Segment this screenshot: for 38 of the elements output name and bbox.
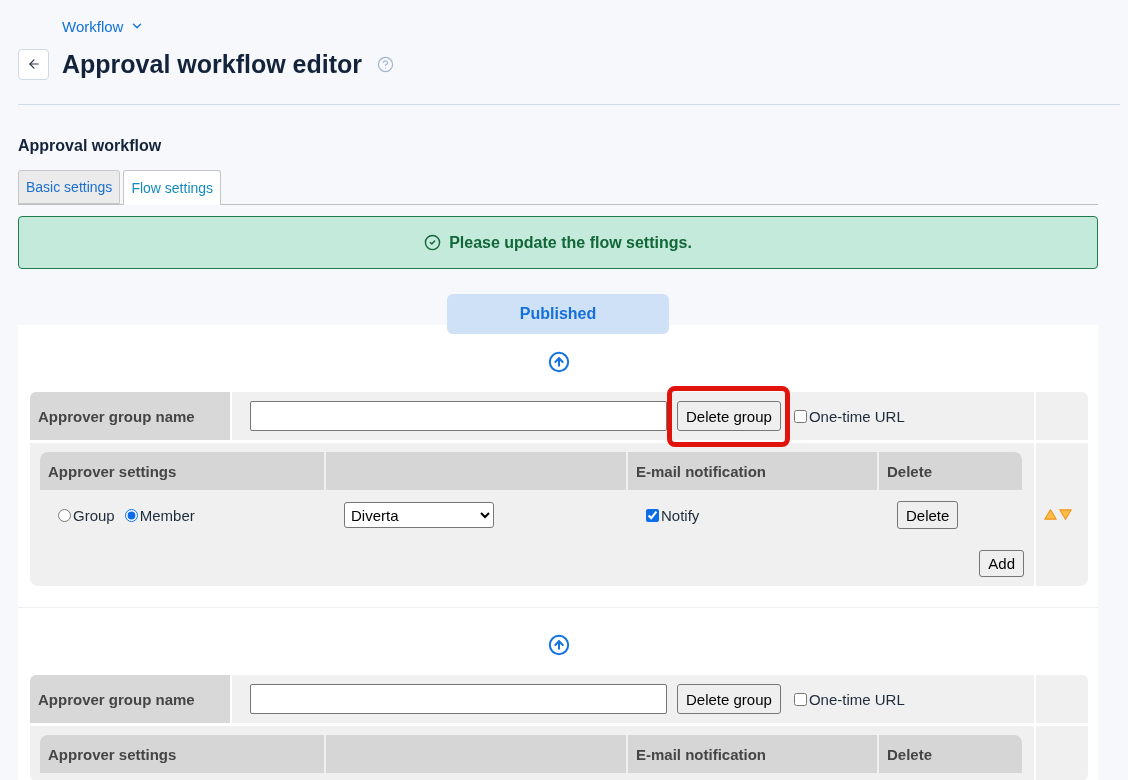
radio-label: Group bbox=[73, 506, 115, 524]
move-up-button[interactable] bbox=[548, 351, 570, 373]
checkbox-label: Notify bbox=[661, 506, 700, 524]
check-circle-icon bbox=[424, 234, 442, 251]
radio-button[interactable] bbox=[124, 508, 138, 522]
group-name-input[interactable] bbox=[250, 401, 667, 431]
member-select[interactable]: Diverta bbox=[344, 502, 494, 528]
status-badge: Published bbox=[447, 294, 669, 334]
checkbox[interactable] bbox=[793, 409, 807, 423]
checkbox[interactable] bbox=[793, 692, 807, 706]
column-header: Approver settings bbox=[40, 735, 324, 773]
move-up-button[interactable] bbox=[548, 634, 570, 656]
arrow-up-circle-icon bbox=[548, 351, 570, 373]
field-label: Approver group name bbox=[30, 675, 230, 723]
column-header: Approver settings bbox=[40, 452, 324, 490]
checkbox-label: One-time URL bbox=[808, 690, 905, 708]
tab[interactable]: Flow settings bbox=[123, 170, 222, 205]
column-header: E-mail notification bbox=[628, 735, 877, 773]
group-name-input[interactable] bbox=[250, 684, 667, 714]
add-button[interactable]: Add bbox=[979, 550, 1024, 577]
page-title: Approval workflow editor bbox=[62, 49, 363, 80]
section-title: Approval workflow bbox=[18, 136, 162, 156]
alert-message: Please update the flow settings. bbox=[449, 233, 692, 252]
field-label: Approver group name bbox=[30, 392, 230, 440]
back-button[interactable] bbox=[18, 48, 49, 80]
checkbox[interactable] bbox=[646, 508, 659, 522]
column-header: Delete bbox=[879, 735, 1022, 773]
radio-button[interactable] bbox=[58, 508, 71, 522]
arrow-up-circle-icon bbox=[548, 634, 570, 656]
workflow-dropdown[interactable]: Workflow bbox=[62, 17, 145, 35]
checkbox-label: One-time URL bbox=[808, 407, 905, 425]
column-header: E-mail notification bbox=[628, 452, 877, 490]
column-header: Delete bbox=[879, 452, 1022, 490]
delete-button[interactable]: Delete bbox=[897, 501, 959, 529]
tab[interactable]: Basic settings bbox=[18, 170, 121, 204]
radio-label: Member bbox=[139, 506, 195, 524]
delete-group-button[interactable]: Delete group bbox=[677, 401, 781, 431]
delete-group-button[interactable]: Delete group bbox=[677, 684, 781, 714]
